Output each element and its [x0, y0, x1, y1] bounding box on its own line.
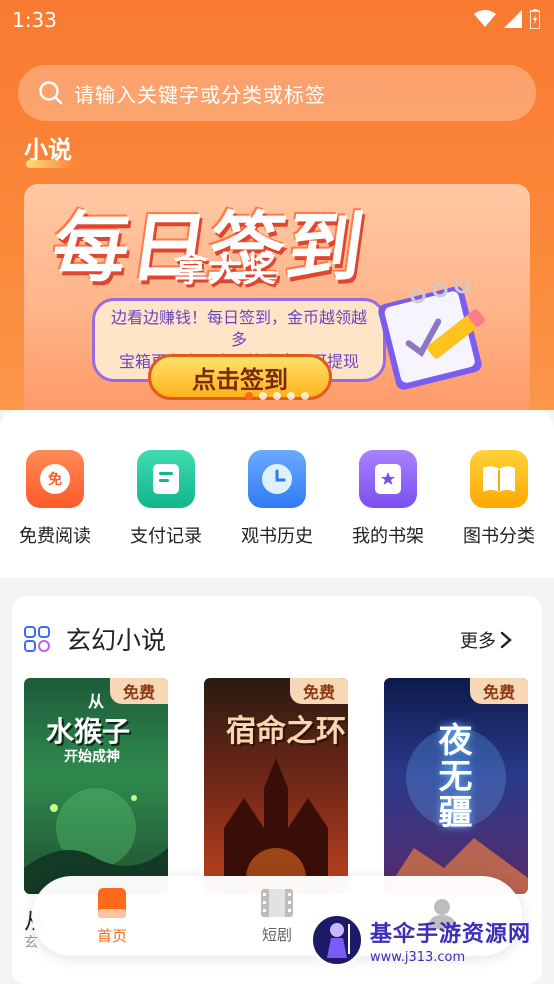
banner-desc-line1: 边看边赚钱！每日签到，金币越领越多 [110, 308, 367, 349]
site-watermark: 基伞手游资源网 www.j313.com [310, 910, 554, 970]
nav-label: 短剧 [261, 925, 292, 944]
quick-label: 图书分类 [463, 526, 535, 547]
free-tag: 免费 [470, 678, 528, 704]
pagination-dot[interactable] [273, 392, 281, 400]
free-tag: 免费 [110, 678, 168, 704]
book-cover-text: 水猴子 [46, 715, 131, 748]
nav-home[interactable]: 首页 [62, 876, 162, 956]
pagination-dot[interactable] [259, 392, 267, 400]
status-time: 1:33 [12, 8, 57, 32]
book-cover-text: 宿命之环 [226, 714, 346, 749]
search-placeholder: 请输入关键字或分类或标签 [74, 82, 326, 107]
signal-icon [504, 10, 522, 28]
quick-payment-record[interactable]: 支付记录 [111, 450, 221, 548]
history-clock-icon [248, 450, 306, 508]
watermark-logo-icon [310, 913, 364, 967]
notepad-pencil-icon [378, 282, 485, 390]
book-cover-text: 从 [88, 692, 105, 711]
free-read-glyph: 免 [48, 471, 62, 488]
wifi-icon [474, 10, 496, 27]
category-grid-icon [24, 626, 50, 652]
section-underline [26, 160, 74, 168]
book-cover[interactable]: 从 水猴子 开始成神 免费 [24, 678, 168, 894]
signin-banner[interactable]: 每日签到 拿大奖 边看边赚钱！每日签到，金币越领越多 宝箱更有大量金币等你拿！可… [24, 184, 530, 410]
quick-label: 观书历史 [241, 526, 313, 547]
book-category-icon [470, 450, 528, 508]
status-icons [474, 9, 540, 29]
category-title: 玄幻小说 [66, 626, 167, 655]
book-cover[interactable]: 宿命之环 免费 [204, 678, 348, 894]
status-bar: 1:33 [0, 0, 554, 40]
book-cover[interactable]: 夜无疆 免费 [384, 678, 528, 894]
quick-free-read[interactable]: 免 免费阅读 [0, 450, 110, 548]
quick-label: 免费阅读 [19, 526, 91, 547]
short-drama-icon [261, 888, 293, 917]
pagination-dot[interactable] [287, 392, 295, 400]
watermark-title: 基伞手游资源网 [370, 921, 532, 947]
quick-history[interactable]: 观书历史 [222, 450, 332, 548]
home-book-icon [98, 887, 126, 918]
free-tag: 免费 [290, 678, 348, 704]
pagination-dot[interactable] [301, 392, 309, 400]
banner-pagination [24, 392, 530, 400]
book-cover-text: 开始成神 [64, 749, 120, 765]
search-icon [39, 81, 63, 105]
book-cover-text: 夜无疆 [432, 722, 472, 830]
watermark-url: www.j313.com [370, 949, 466, 965]
quick-bookshelf[interactable]: 我的书架 [333, 450, 443, 548]
more-label: 更多 [460, 631, 496, 652]
search-bar[interactable]: 请输入关键字或分类或标签 [18, 65, 536, 121]
battery-icon [530, 9, 540, 29]
quick-label: 我的书架 [352, 526, 424, 547]
chevron-right-icon [500, 631, 512, 649]
banner-subtitle: 拿大奖 [174, 250, 276, 290]
nav-label: 首页 [96, 926, 127, 945]
free-read-icon: 免 [26, 450, 84, 508]
more-link[interactable]: 更多 [460, 627, 512, 653]
payment-record-icon [137, 450, 195, 508]
bookshelf-icon [359, 450, 417, 508]
quick-label: 支付记录 [130, 526, 202, 547]
pagination-dot[interactable] [245, 392, 253, 400]
quick-category[interactable]: 图书分类 [444, 450, 554, 548]
